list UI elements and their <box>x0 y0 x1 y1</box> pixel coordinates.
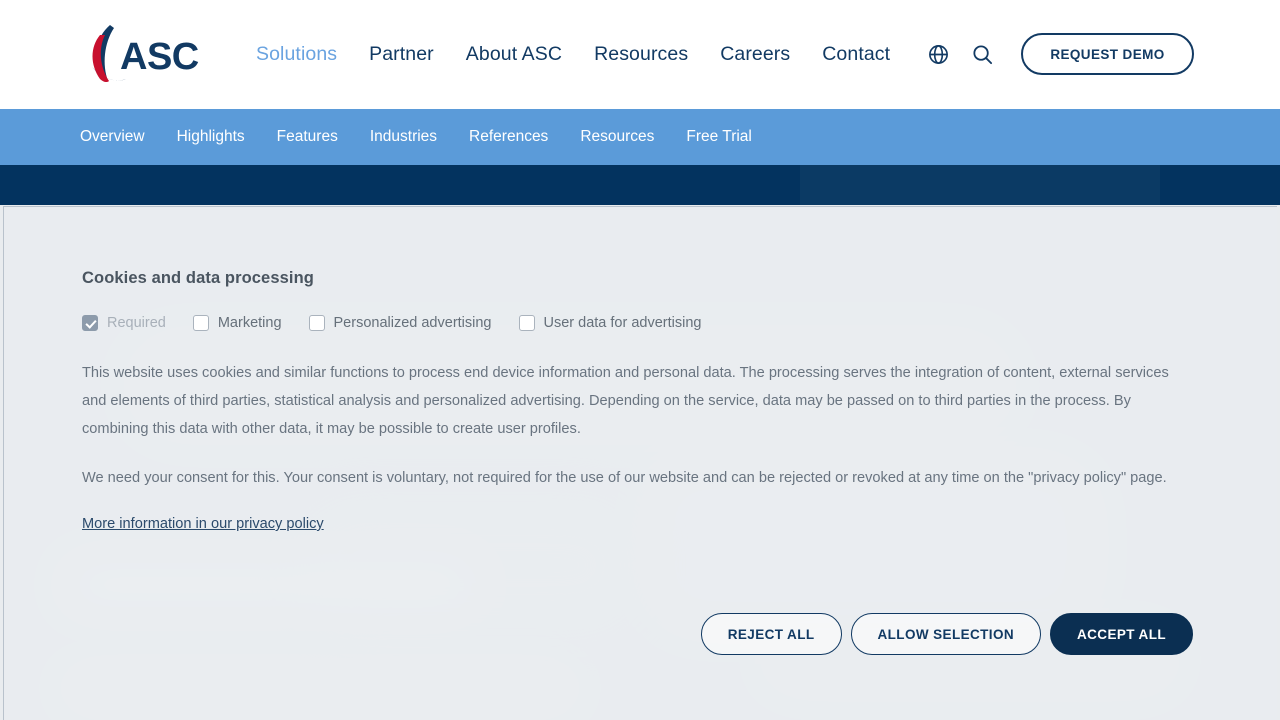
subnav-item-references[interactable]: References <box>453 129 564 145</box>
checkbox-user-data-for-advertising[interactable] <box>518 315 535 331</box>
subnav-item-overview[interactable]: Overview <box>80 129 161 145</box>
nav-item-careers[interactable]: Careers <box>704 44 806 65</box>
hero-band <box>0 165 1280 205</box>
asc-logo[interactable]: ASC <box>80 21 200 87</box>
cookie-paragraph-1: This website uses cookies and similar fu… <box>82 365 1169 437</box>
svg-text:ASC: ASC <box>120 36 199 78</box>
nav-item-solutions[interactable]: Solutions <box>256 44 353 65</box>
main-navigation: Solutions Partner About ASC Resources Ca… <box>256 0 906 109</box>
cookie-option-user-data-for-advertising[interactable]: User data for advertising <box>518 315 702 331</box>
cookie-option-marketing[interactable]: Marketing <box>192 315 282 331</box>
nav-item-about-asc[interactable]: About ASC <box>450 44 578 65</box>
page-root: ASC Solutions Partner About ASC Resource… <box>0 0 1280 720</box>
cookie-paragraph-2: We need your consent for this. Your cons… <box>82 470 1167 486</box>
subnav-item-free-trial[interactable]: Free Trial <box>670 129 767 145</box>
cookie-action-buttons: REJECT ALL ALLOW SELECTION ACCEPT ALL <box>700 613 1193 655</box>
nav-item-partner[interactable]: Partner <box>353 44 450 65</box>
request-demo-button[interactable]: REQUEST DEMO <box>1021 33 1194 75</box>
cookie-option-label: User data for advertising <box>543 315 702 331</box>
site-header: ASC Solutions Partner About ASC Resource… <box>0 0 1280 109</box>
nav-item-resources[interactable]: Resources <box>578 44 704 65</box>
cookie-option-label: Required <box>107 315 166 331</box>
privacy-policy-link[interactable]: More information in our privacy policy <box>82 516 324 532</box>
cookie-options-group: Required Marketing Personalized advertis… <box>82 315 1197 331</box>
checkbox-required[interactable] <box>82 315 98 331</box>
section-navigation: Overview Highlights Features Industries … <box>0 109 1280 165</box>
checkbox-personalized-advertising[interactable] <box>308 315 325 331</box>
reject-all-button[interactable]: REJECT ALL <box>700 613 842 655</box>
cookie-option-required[interactable]: Required <box>82 315 166 331</box>
nav-item-contact[interactable]: Contact <box>806 44 906 65</box>
cookie-option-label: Marketing <box>217 315 282 331</box>
header-icon-group <box>922 0 998 109</box>
search-icon[interactable] <box>966 39 998 71</box>
subnav-item-features[interactable]: Features <box>261 129 354 145</box>
subnav-item-resources[interactable]: Resources <box>564 129 670 145</box>
cookie-option-personalized-advertising[interactable]: Personalized advertising <box>308 315 492 331</box>
accept-all-button[interactable]: ACCEPT ALL <box>1050 613 1193 655</box>
cookie-consent-banner: Cookies and data processing Required Mar… <box>3 206 1277 720</box>
allow-selection-button[interactable]: ALLOW SELECTION <box>850 613 1041 655</box>
globe-icon[interactable] <box>922 39 954 71</box>
checkbox-marketing[interactable] <box>192 315 209 331</box>
cookie-option-label: Personalized advertising <box>333 315 492 331</box>
subnav-item-industries[interactable]: Industries <box>354 129 453 145</box>
cookie-banner-title: Cookies and data processing <box>82 269 314 287</box>
subnav-item-highlights[interactable]: Highlights <box>161 129 261 145</box>
